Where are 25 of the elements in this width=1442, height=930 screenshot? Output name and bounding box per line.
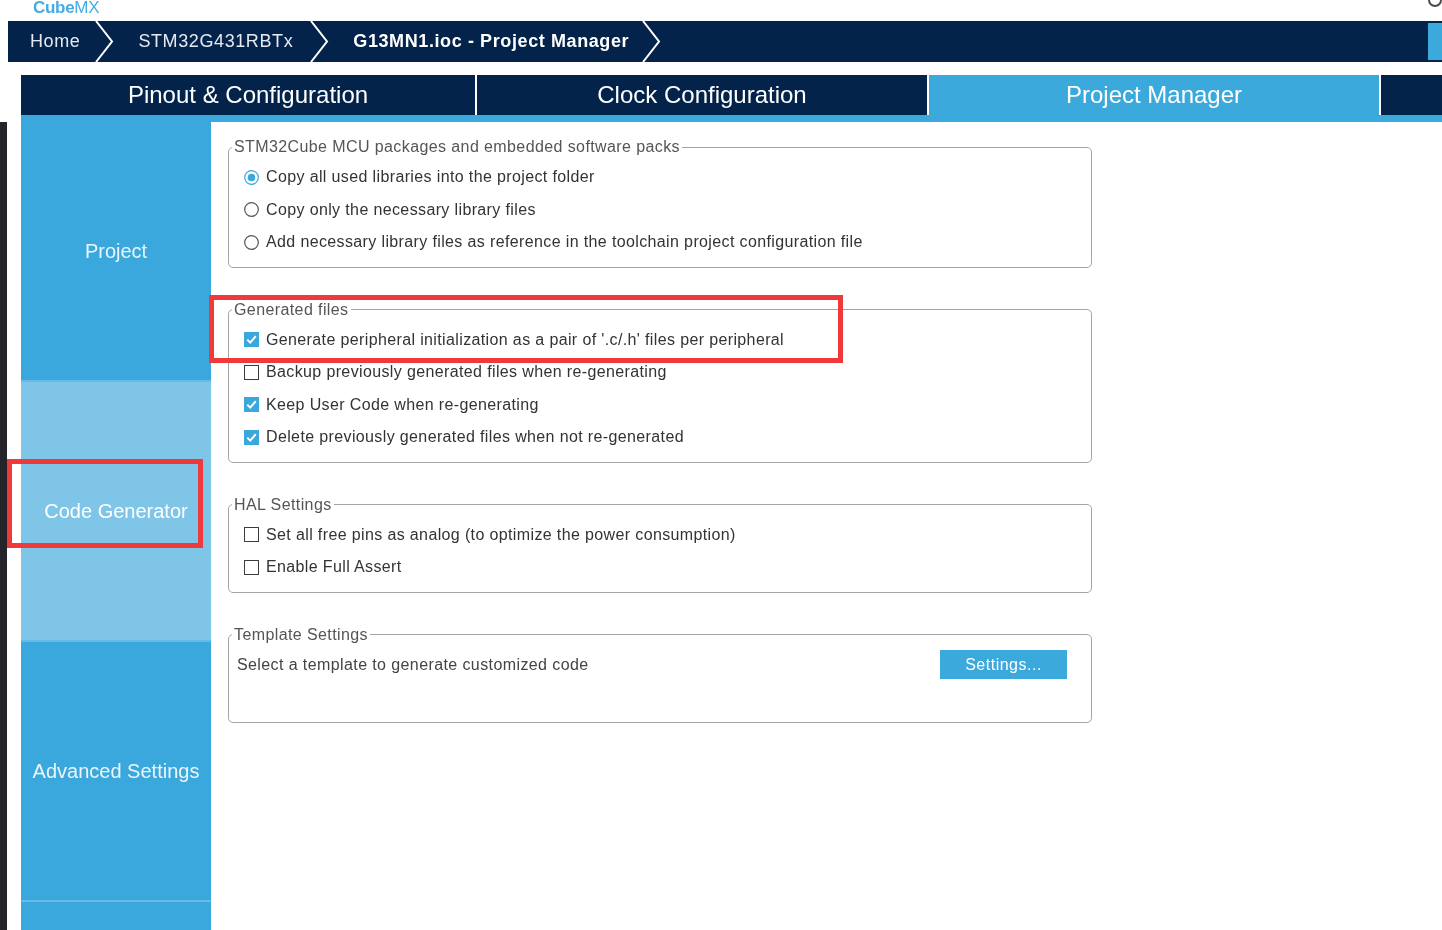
radio-option[interactable]: Copy only the necessary library files — [244, 200, 536, 219]
checkbox-option[interactable]: Keep User Code when re-generating — [244, 395, 539, 414]
radio-option[interactable]: Add necessary library files as reference in the toolchain project configuration file — [244, 233, 863, 252]
checkbox-option[interactable]: Delete previously generated files when not re-generated — [244, 428, 684, 447]
chevron-icon — [641, 21, 662, 62]
group-title: STM32Cube MCU packages and embedded software packs — [233, 138, 681, 156]
description-text: Select a template to generate customized code — [237, 655, 589, 674]
checkbox-option[interactable]: Backup previously generated files when re-generating — [244, 363, 667, 382]
radio-option[interactable]: Copy all used libraries into the project folder — [244, 168, 595, 187]
checkbox-option[interactable]: Set all free pins as analog (to optimize the power consumption) — [244, 525, 736, 544]
checkbox-option[interactable]: Enable Full Assert — [244, 558, 402, 577]
chevron-icon — [309, 21, 330, 62]
group-title: Generated files — [233, 300, 350, 319]
breadcrumb-link[interactable]: STM32G431RBTx — [138, 31, 294, 52]
toolbar-button[interactable] — [1428, 23, 1442, 60]
tab[interactable]: Pinout & Configuration — [21, 75, 475, 115]
tab[interactable]: Clock Configuration — [477, 75, 927, 115]
group-title: Template Settings — [233, 625, 369, 644]
breadcrumb-link[interactable]: Home — [30, 31, 81, 52]
logo-text: CubeMX — [33, 0, 100, 15]
checkbox-option[interactable]: Generate peripheral initialization as a pair of '.c/.h' files per peripheral — [244, 330, 785, 349]
breadcrumb-link[interactable]: G13MN1.ioc - Project Manager — [353, 31, 630, 52]
chevron-icon — [94, 21, 115, 62]
tab[interactable] — [1381, 75, 1442, 115]
group-title: HAL Settings — [233, 495, 333, 514]
